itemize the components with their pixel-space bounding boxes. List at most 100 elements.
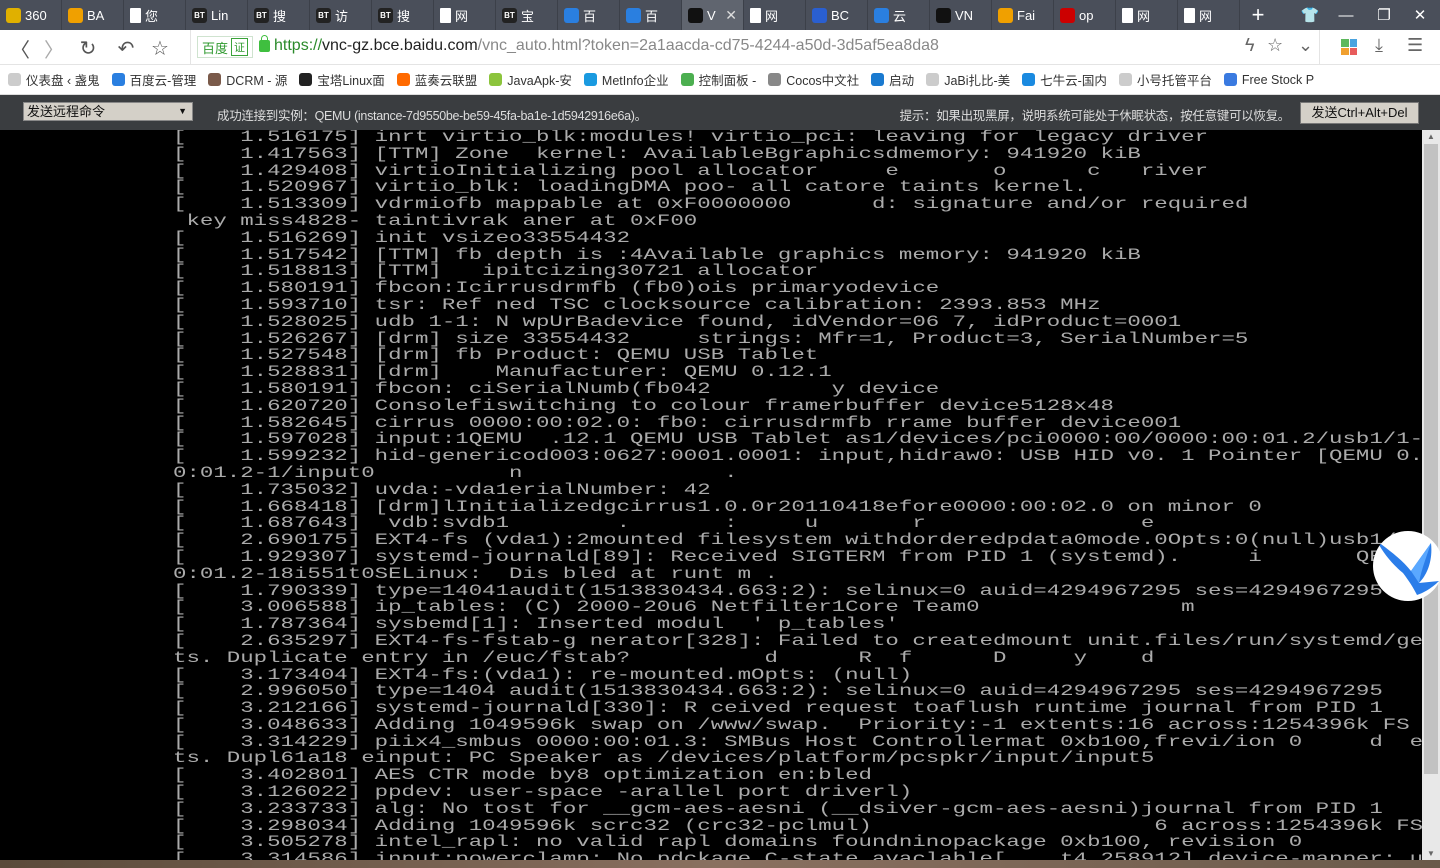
download-bird-float-icon[interactable]	[1373, 531, 1440, 601]
tab-label: VN	[955, 7, 974, 23]
tab[interactable]: 百	[620, 0, 682, 30]
vnc-console-screen[interactable]: [ 1.516175] inrt virtio_blk:modules! vir…	[0, 130, 1422, 860]
bookmark-item[interactable]: 七牛云-国内	[1022, 70, 1107, 89]
close-window-button[interactable]: ✕	[1402, 0, 1438, 30]
apps-icon[interactable]	[1341, 39, 1357, 55]
url-text[interactable]: https://vnc-gz.bce.baidu.com/vnc_auto.ht…	[274, 37, 939, 55]
bt-icon: BT	[378, 7, 393, 23]
back-button[interactable]: 〈	[6, 34, 34, 62]
bookmark-item[interactable]: 百度云-管理	[111, 70, 196, 89]
tab-label: 网	[1137, 8, 1151, 24]
tab-label: 网	[765, 8, 779, 24]
tab[interactable]: 百	[558, 0, 620, 30]
bookmark-item[interactable]: JaBi扎比-美	[926, 70, 1010, 89]
send-ctrl-alt-del-button[interactable]: 发送Ctrl+Alt+Del	[1300, 102, 1419, 124]
maximize-button[interactable]: ❐	[1366, 0, 1402, 30]
reload-button[interactable]: ↻	[74, 34, 102, 62]
undo-close-button[interactable]: ↶	[112, 34, 140, 62]
console-line: [ 1.787364] sysbemd[1]: Inserted modul '…	[173, 615, 899, 634]
tab-label: BA	[87, 7, 105, 23]
console-line: [ 1.520967] virtio_blk: loadingDMA poo- …	[173, 178, 1088, 197]
console-line: [ 1.528025] udb 1-1: N wpUrBadevice foun…	[173, 312, 1182, 331]
bt-icon: BT	[254, 7, 269, 23]
tab[interactable]: BT 搜	[248, 0, 310, 30]
bookmark-item[interactable]: Cocos中文社	[768, 70, 859, 89]
favorite-star-icon[interactable]: ☆	[146, 34, 174, 62]
tab[interactable]: VN	[930, 0, 992, 30]
bookmark-item[interactable]: DCRM - 源	[208, 70, 287, 89]
bookmark-star-icon[interactable]: ☆	[1267, 35, 1283, 56]
lightning-icon[interactable]: ϟ	[1245, 35, 1255, 56]
tab[interactable]: BT Lin	[186, 0, 248, 30]
console-line: [ 1.417563] [TTM] Zone kernel: Available…	[173, 144, 1141, 163]
bookmark-favicon-icon	[1223, 73, 1237, 86]
bookmark-label: 宝塔Linux面	[317, 74, 385, 88]
tab[interactable]: BT 宝	[496, 0, 558, 30]
new-tab-button[interactable]: +	[1240, 0, 1276, 30]
tab-label: 访	[335, 8, 349, 24]
bookmark-favicon-icon	[583, 73, 597, 86]
remote-command-select[interactable]: 发送远程命令 ▼	[23, 102, 193, 121]
console-line: [ 3.126022] ppdev: user-space -arallel p…	[173, 783, 913, 802]
tab-bar: 360 BA 您 BT Lin BT 搜 BT 访 BT 搜网 BT 宝百百 V ✕ 网 BC 云 VN Fai op 网…	[0, 0, 1440, 30]
console-line: ts. Duplicate entry in /euc/fstab? d R f…	[173, 648, 1155, 667]
tab[interactable]: 云	[868, 0, 930, 30]
bookmark-item[interactable]: 蓝奏云联盟	[396, 70, 477, 89]
download-icon[interactable]: ⤓	[1375, 35, 1383, 56]
console-line: [ 1.668418] [drm]lInitializedgcirrus1.0.…	[173, 497, 1262, 516]
tab[interactable]: BT 访	[310, 0, 372, 30]
scroll-down-icon[interactable]: ▼	[1427, 849, 1435, 858]
novnc-icon	[688, 7, 703, 23]
tab[interactable]: BT 搜	[372, 0, 434, 30]
scrollbar-thumb[interactable]	[1424, 144, 1438, 774]
tab[interactable]: 网	[1116, 0, 1178, 30]
bookmarks-bar: 仪表盘 ‹ 盏鬼 百度云-管理 DCRM - 源 宝塔Linux面 蓝奏云联盟 JavaA…	[0, 65, 1440, 95]
bookmark-item[interactable]: JavaApk-安	[489, 70, 572, 89]
scroll-up-icon[interactable]: ▲	[1427, 132, 1435, 141]
console-line: [ 1.528831] [drm] Manufacturer: QEMU 0.1…	[173, 363, 832, 382]
console-line: [ 2.996050] type=1404 audit(1513830434.6…	[173, 682, 1383, 701]
bookmark-item[interactable]: MetInfo企业	[583, 70, 669, 89]
tab[interactable]: V ✕	[682, 0, 744, 30]
bookmark-item[interactable]: Free Stock P	[1223, 73, 1314, 87]
tab-label: BC	[831, 7, 850, 23]
tab[interactable]: 网	[1178, 0, 1240, 30]
bookmark-item[interactable]: 控制面板 -	[680, 70, 756, 89]
forward-button[interactable]: 〉	[40, 34, 68, 62]
chevron-down-icon[interactable]: ⌄	[1298, 35, 1313, 56]
close-tab-icon[interactable]: ✕	[725, 7, 737, 24]
tab-label: 您	[145, 8, 159, 24]
url-scheme: https://	[274, 37, 323, 54]
tab-label: V	[707, 7, 716, 23]
bookmark-item[interactable]: 启动	[871, 70, 914, 89]
console-line: [ 1.582645] cirrus 0000:00:02.0: fb0: ci…	[173, 413, 1182, 432]
tab-label: Fai	[1017, 7, 1036, 23]
tab[interactable]: 网	[434, 0, 496, 30]
tab-label: 百	[645, 8, 659, 24]
bookmark-favicon-icon	[1022, 73, 1036, 86]
tab[interactable]: op	[1054, 0, 1116, 30]
menu-icon[interactable]: ☰	[1407, 35, 1423, 56]
bookmark-favicon-icon	[8, 73, 21, 86]
url-field[interactable]: 百度证 https://vnc-gz.bce.baidu.com/vnc_aut…	[190, 30, 1320, 65]
bookmark-item[interactable]: 仪表盘 ‹ 盏鬼	[8, 70, 100, 89]
dropdown-arrow-icon: ▼	[178, 106, 187, 116]
skin-icon[interactable]: 👕	[1292, 0, 1328, 30]
cert-badge[interactable]: 百度证	[197, 36, 254, 58]
tab[interactable]: BA	[62, 0, 124, 30]
vertical-scrollbar[interactable]: ▲ ▼	[1422, 130, 1440, 860]
bookmark-item[interactable]: 宝塔Linux面	[299, 70, 385, 89]
bookmark-label: DCRM - 源	[226, 74, 288, 88]
tab[interactable]: 360	[0, 0, 62, 30]
console-line: [ 3.212166] systemd-journald[330]: R cei…	[173, 699, 1383, 718]
tab[interactable]: BC	[806, 0, 868, 30]
bookmark-item[interactable]: 小号托管平台	[1118, 70, 1212, 89]
lock-icon	[259, 35, 270, 52]
tab[interactable]: 您	[124, 0, 186, 30]
page-icon	[1184, 7, 1195, 23]
tab[interactable]: 网	[744, 0, 806, 30]
console-line: [ 1.517542] [TTM] fb depth is :4Availabl…	[173, 245, 1141, 264]
minimize-button[interactable]: —	[1328, 0, 1364, 30]
tab-label: 网	[1199, 8, 1213, 24]
tab[interactable]: Fai	[992, 0, 1054, 30]
